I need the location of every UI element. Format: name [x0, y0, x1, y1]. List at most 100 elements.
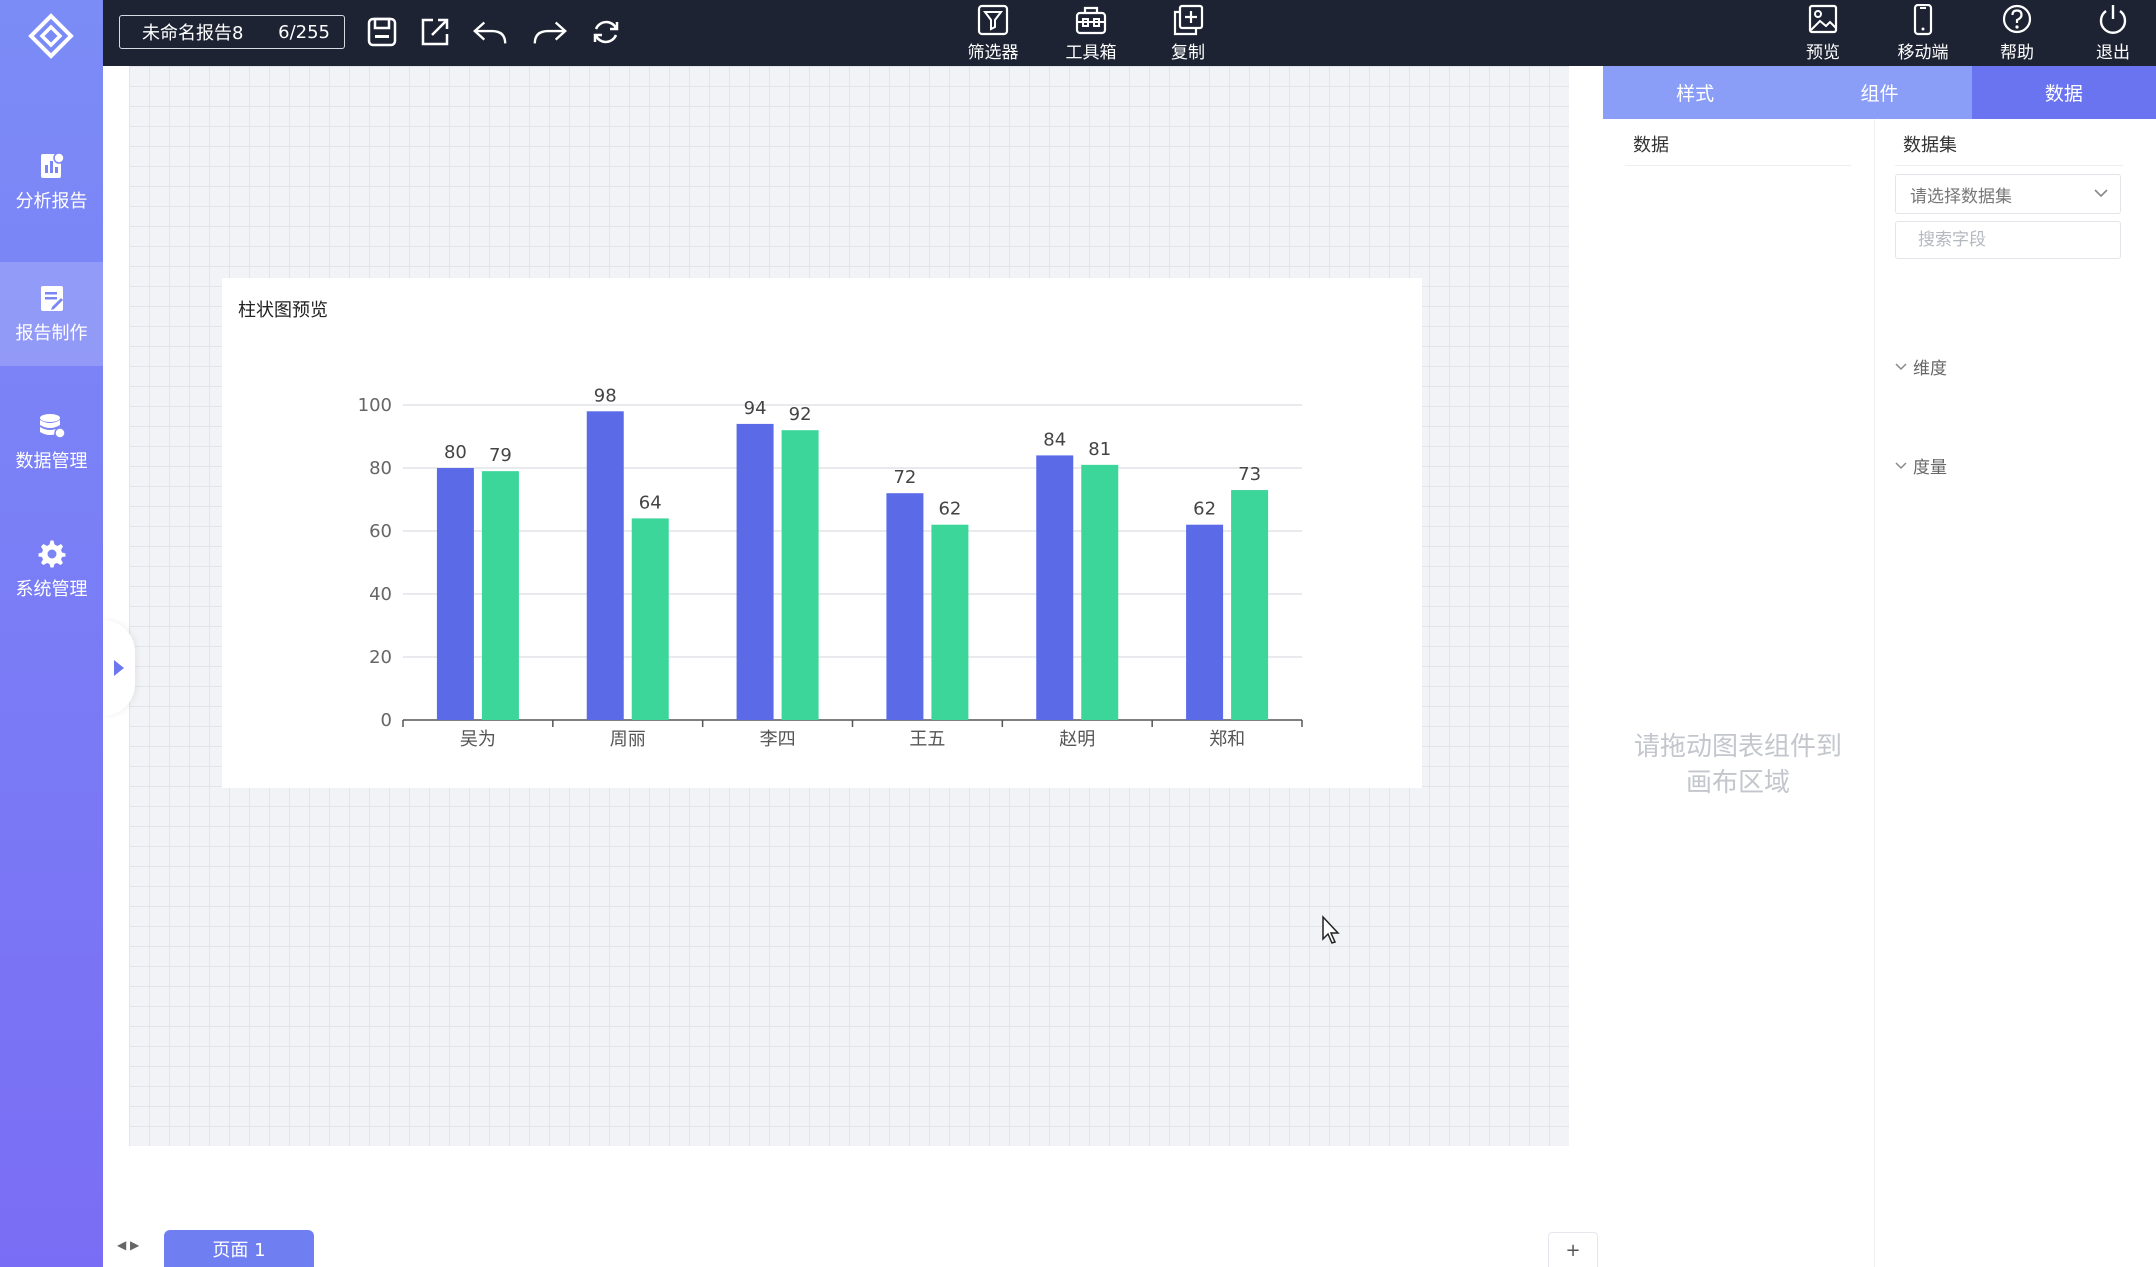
- redo-button[interactable]: [531, 13, 569, 51]
- mobile-icon: [1913, 3, 1933, 35]
- bar-chart-widget[interactable]: 柱状图预览 0 20 40 60 80 100 吴为 80 79 周丽 98 64 李四 94 92 王五 72…: [222, 278, 1422, 788]
- toolbox-tool[interactable]: 工具箱: [1056, 0, 1126, 66]
- report-edit-icon: [40, 286, 63, 311]
- refresh-button[interactable]: [587, 13, 625, 51]
- report-title-field[interactable]: 未命名报告8 6/255: [119, 15, 345, 49]
- copy-tool[interactable]: 复制: [1153, 0, 1223, 66]
- add-page-button[interactable]: +: [1548, 1232, 1598, 1267]
- preview-icon: [1808, 4, 1838, 33]
- sidebar-item-system-manage[interactable]: 系统管理: [0, 518, 103, 622]
- filter-icon: [977, 4, 1009, 35]
- sidebar-item-report-make[interactable]: 报告制作: [0, 262, 103, 366]
- copy-label: 复制: [1171, 42, 1205, 63]
- page-tabs-bar: ◀ ▶ 页面 1: [103, 1226, 1603, 1267]
- bar: [886, 493, 924, 720]
- y-tick-label: 60: [369, 521, 392, 542]
- data-label: 64: [639, 492, 662, 513]
- sidebar-item-label: 报告制作: [15, 323, 88, 344]
- data-label: 62: [938, 499, 961, 520]
- caret-right-icon: [114, 660, 124, 676]
- help-tool[interactable]: 帮助: [1987, 0, 2047, 66]
- dimension-label: 维度: [1913, 359, 1947, 379]
- data-label: 84: [1043, 429, 1066, 450]
- top-toolbar: 未命名报告8 6/255 筛选器 工具箱 复制 预览 移动端 帮助 退出: [103, 0, 2156, 66]
- data-label: 81: [1088, 439, 1111, 460]
- chevron-down-icon: [1895, 362, 1907, 370]
- x-tick-label: 周丽: [610, 729, 646, 750]
- x-tick-label: 王五: [909, 729, 945, 750]
- mobile-label: 移动端: [1897, 42, 1949, 63]
- copy-icon: [1173, 4, 1204, 35]
- properties-panel: 样式 组件 数据 数据 请拖动图表组件到画布区域 数据集 请选择数据集 维度: [1603, 66, 2156, 1267]
- y-tick-label: 80: [369, 458, 392, 479]
- char-count: 6/255: [278, 21, 330, 43]
- save-icon: [367, 17, 397, 47]
- sidebar-item-label: 数据管理: [15, 451, 88, 472]
- y-tick-label: 40: [369, 584, 392, 605]
- bar: [436, 468, 474, 720]
- report-name: 未命名报告8: [142, 23, 244, 44]
- x-tick-label: 李四: [760, 729, 796, 750]
- export-button[interactable]: [416, 13, 454, 51]
- export-icon: [421, 18, 449, 46]
- data-label: 73: [1238, 464, 1261, 485]
- database-icon: [39, 414, 66, 439]
- toolbox-icon: [1075, 6, 1107, 34]
- tab-data[interactable]: 数据: [1971, 66, 2156, 119]
- tab-style[interactable]: 样式: [1603, 66, 1787, 119]
- measure-group[interactable]: 度量: [1895, 453, 1947, 478]
- field-search-input[interactable]: [1895, 221, 2121, 259]
- data-header: 数据: [1633, 135, 1669, 156]
- x-tick-label: 吴为: [460, 729, 496, 750]
- bar: [586, 411, 624, 720]
- dataset-column: 数据集 请选择数据集 维度 度量: [1875, 119, 2156, 1267]
- y-tick-label: 20: [369, 647, 392, 668]
- bar: [631, 518, 669, 720]
- left-sidebar: 分析报告 报告制作 数据管理 系统管理: [0, 0, 103, 1267]
- diamond-logo[interactable]: [27, 12, 75, 60]
- undo-icon: [473, 21, 507, 44]
- filter-label: 筛选器: [967, 42, 1019, 63]
- bar: [481, 471, 519, 720]
- help-label: 帮助: [2000, 42, 2034, 63]
- divider: [1895, 165, 2123, 166]
- data-label: 94: [744, 398, 767, 419]
- dataset-header: 数据集: [1903, 135, 1957, 156]
- sidebar-item-label: 系统管理: [15, 579, 88, 600]
- y-tick-label: 100: [358, 395, 392, 416]
- panel-tabs: 样式 组件 数据: [1603, 66, 2156, 119]
- bar: [931, 524, 969, 720]
- bar-chart: 0 20 40 60 80 100 吴为 80 79 周丽 98 64 李四 94 92 王五 72 62 赵明 84…: [358, 385, 1303, 750]
- page-tab-1[interactable]: 页面 1: [164, 1230, 314, 1267]
- gear-icon: [38, 540, 65, 568]
- dimension-group[interactable]: 维度: [1895, 354, 1947, 379]
- save-button[interactable]: [363, 13, 401, 51]
- dataset-select[interactable]: 请选择数据集: [1895, 174, 2121, 214]
- bar: [736, 423, 774, 720]
- preview-tool[interactable]: 预览: [1793, 0, 1853, 66]
- data-label: 72: [893, 467, 916, 488]
- bar: [781, 430, 819, 720]
- page-nav-arrows[interactable]: ◀ ▶: [117, 1238, 139, 1252]
- drop-hint: 请拖动图表组件到画布区域: [1633, 732, 1842, 798]
- undo-button[interactable]: [471, 13, 509, 51]
- refresh-icon: [593, 20, 619, 44]
- tab-component[interactable]: 组件: [1787, 66, 1971, 119]
- redo-icon: [533, 21, 567, 44]
- mouse-cursor-icon: [1322, 915, 1340, 944]
- bar: [1231, 490, 1269, 720]
- bar: [1081, 464, 1119, 720]
- report-analysis-icon: [40, 152, 65, 178]
- mobile-tool[interactable]: 移动端: [1888, 0, 1958, 66]
- preview-label: 预览: [1806, 42, 1840, 63]
- chevron-down-icon: [1895, 461, 1907, 469]
- y-tick-label: 0: [381, 710, 392, 731]
- help-icon: [2002, 4, 2032, 33]
- filter-tool[interactable]: 筛选器: [958, 0, 1028, 66]
- sidebar-item-analysis-report[interactable]: 分析报告: [0, 130, 103, 234]
- data-label: 80: [444, 442, 467, 463]
- sidebar-item-data-manage[interactable]: 数据管理: [0, 390, 103, 494]
- bar: [1036, 455, 1074, 720]
- sidebar-item-label: 分析报告: [15, 191, 88, 212]
- logout-tool[interactable]: 退出: [2083, 0, 2143, 66]
